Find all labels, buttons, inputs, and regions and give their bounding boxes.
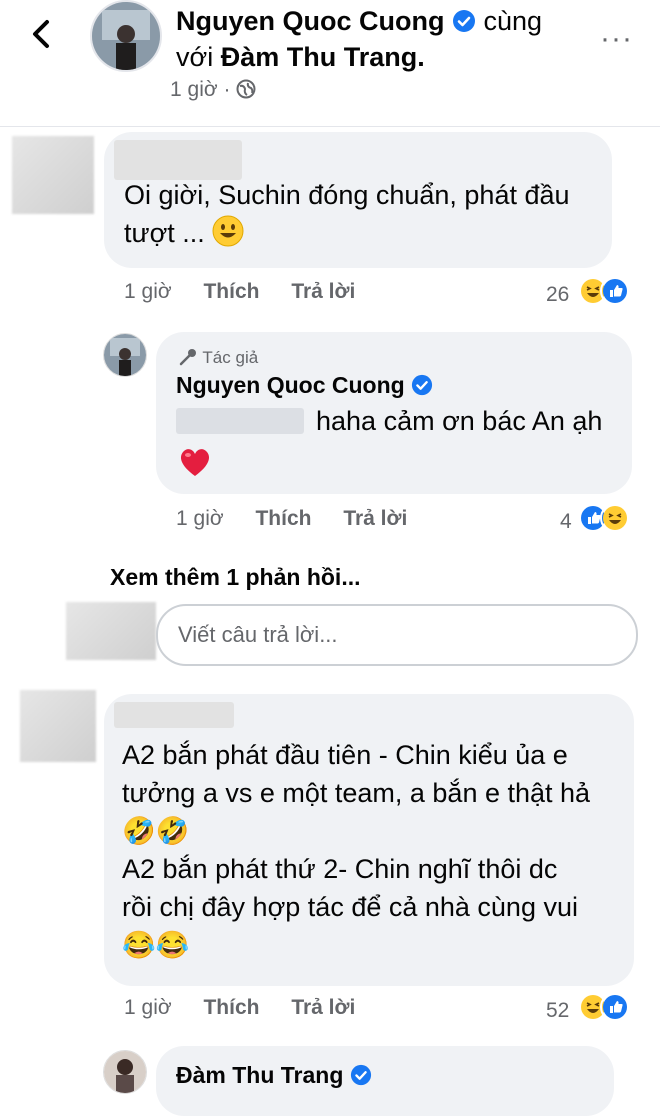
smile-emoji-icon [212,215,244,247]
reaction-count: 4 [560,510,572,533]
comment-bubble: Oi giời, Suchin đóng chuẩn, phát đầu tượ… [104,132,612,268]
reply-author-avatar[interactable] [103,1050,147,1094]
reaction-count: 52 [546,999,570,1022]
reply-author-avatar[interactable] [103,333,147,377]
reply-input-placeholder: Viết câu trả lời... [178,622,338,647]
view-more-replies-link[interactable]: Xem thêm 1 phản hồi... [110,564,360,591]
commenter-avatar[interactable] [20,690,96,762]
verified-icon [412,374,433,396]
tagged-person[interactable]: Đàm Thu Trang. [221,42,425,72]
post-time: 1 giờ · [170,78,256,102]
comment-time: 1 giờ [124,280,172,303]
like-reaction-icon [599,992,630,1022]
back-icon[interactable] [26,18,58,50]
commenter-name[interactable] [114,140,242,180]
comment-meta: 1 giờ Thích Trả lời [124,280,355,304]
verified-icon [350,1064,371,1086]
author-badge: Tác giả [178,348,258,368]
reply-button[interactable]: Trả lời [343,507,407,530]
verified-icon [453,10,475,32]
like-reaction-icon [599,276,630,306]
comment-time: 1 giờ [124,996,172,1019]
heart-emoji-icon [178,446,212,486]
rofl-emoji-icon: 🤣🤣 [122,816,190,846]
reaction-summary[interactable]: 26 [546,276,630,307]
comment-meta: 1 giờ Thích Trả lời [124,996,355,1020]
tagged-line: với Đàm Thu Trang. [176,42,425,72]
like-button[interactable]: Thích [203,280,259,303]
author-avatar[interactable] [90,0,162,72]
reply-time: 1 giờ [176,507,224,530]
reply-bubble: Đàm Thu Trang [156,1046,614,1116]
reply-button[interactable]: Trả lời [291,280,355,303]
commenter-avatar[interactable] [12,136,94,214]
like-button[interactable]: Thích [255,507,311,530]
microphone-icon [179,349,196,366]
like-button[interactable]: Thích [203,996,259,1019]
globe-icon [236,79,256,99]
reply-text: haha cảm ơn bác An ạh [316,406,603,436]
reply-author-name[interactable]: Đàm Thu Trang [176,1062,372,1089]
reply-button[interactable]: Trả lời [291,996,355,1019]
reaction-summary[interactable]: 4 [560,503,631,534]
comment-bubble: A2 bắn phát đầu tiên - Chin kiểu ủa e tư… [104,694,634,986]
reply-input[interactable]: Viết câu trả lời... [156,604,638,666]
reaction-count: 26 [546,283,570,306]
commenter-name[interactable] [114,702,234,728]
mentioned-user[interactable] [176,408,304,434]
haha-reaction-icon [600,503,631,533]
current-user-avatar [66,602,156,660]
post-author-name[interactable]: Nguyen Quoc Cuong cùng [176,6,542,37]
reaction-summary[interactable]: 52 [546,992,630,1023]
tears-of-joy-emoji-icon: 😂😂 [122,930,190,960]
comment-text: Oi giời, Suchin đóng chuẩn, phát đầu tượ… [124,180,570,248]
more-options-icon[interactable]: ··· [600,22,633,56]
reply-meta: 1 giờ Thích Trả lời [176,507,407,531]
reply-author-name[interactable]: Nguyen Quoc Cuong [176,372,433,399]
comment-text: A2 bắn phát đầu tiên - Chin kiểu ủa e tư… [122,736,628,964]
post-header: Nguyen Quoc Cuong cùng với Đàm Thu Trang… [0,0,660,127]
reply-bubble: Tác giả Nguyen Quoc Cuong haha cảm ơn bá… [156,332,632,494]
